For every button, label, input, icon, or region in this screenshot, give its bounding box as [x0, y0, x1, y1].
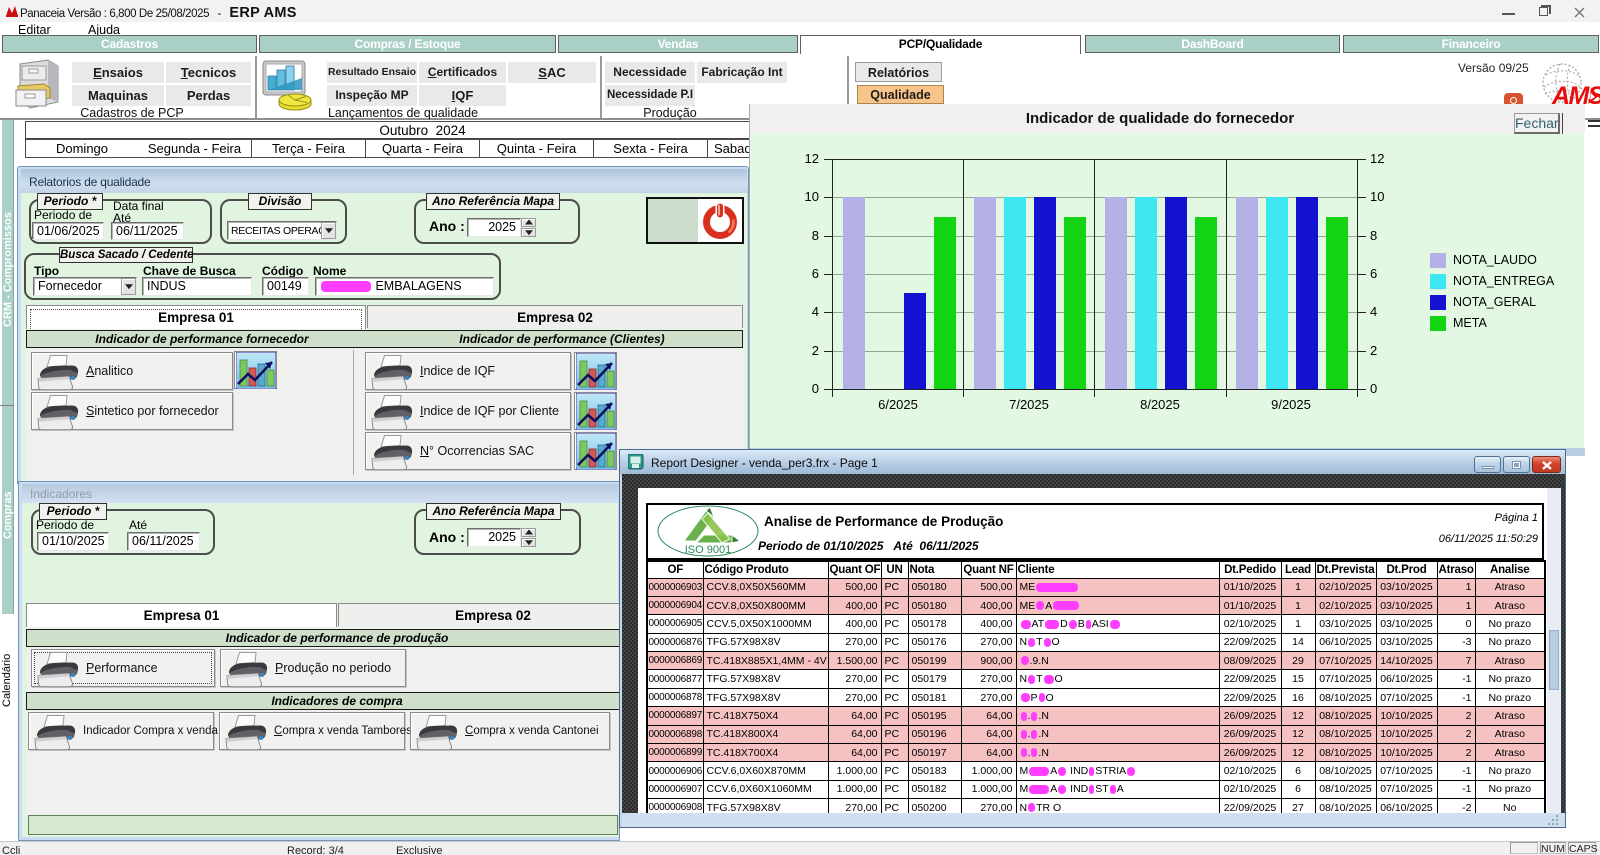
svg-text:ISO 9001: ISO 9001 — [685, 544, 731, 556]
